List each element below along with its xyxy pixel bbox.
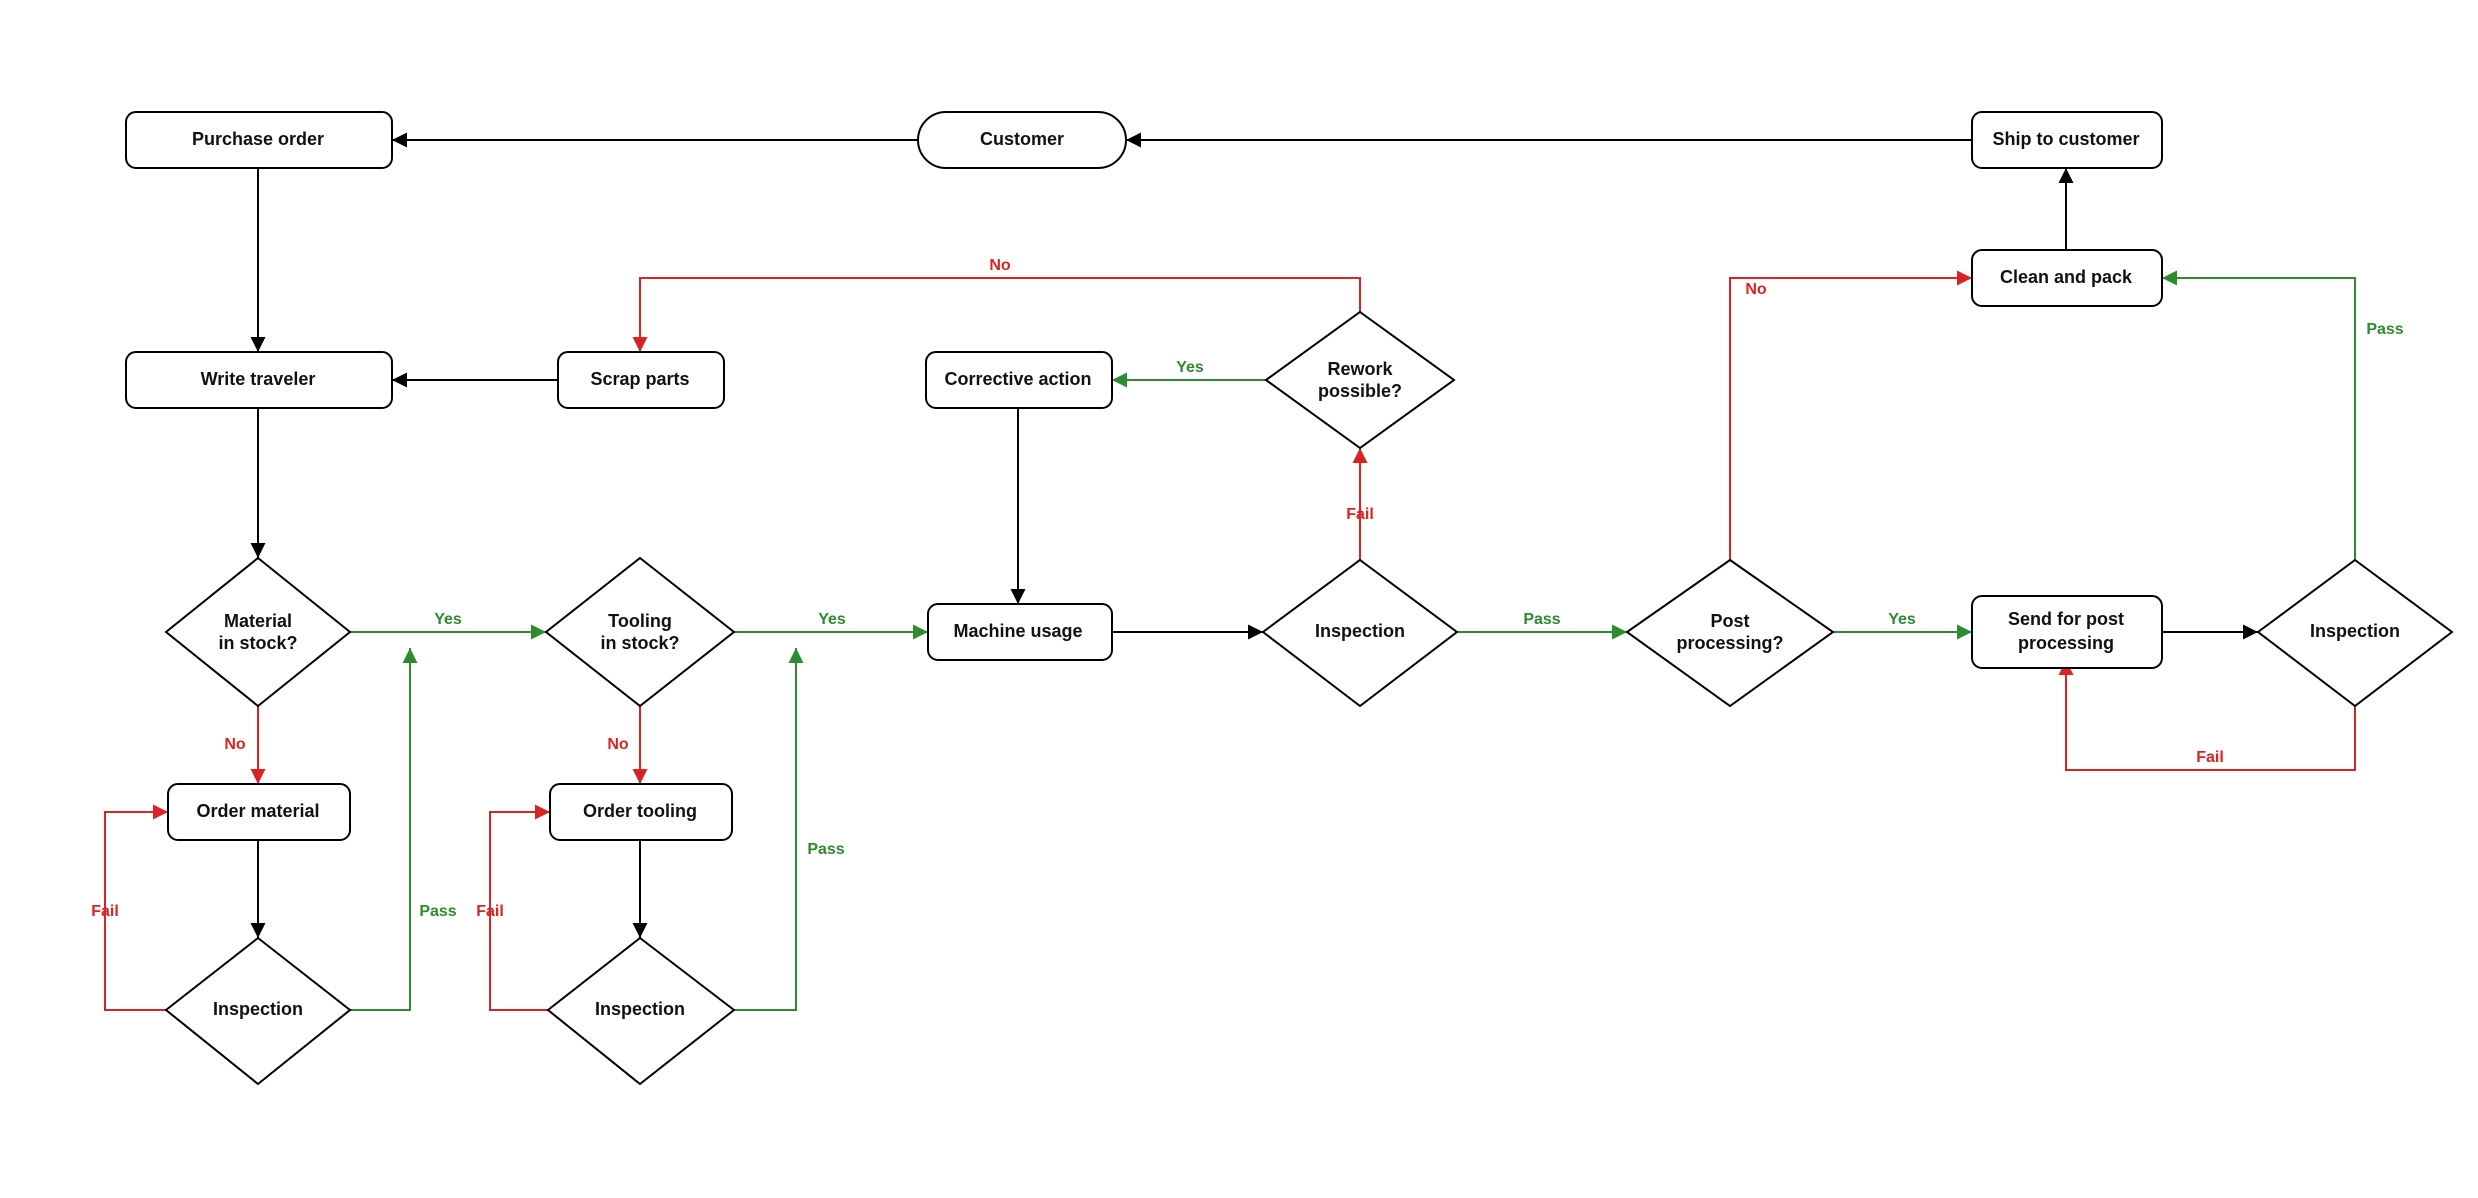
edge-label-fail: Fail [2196,749,2224,766]
edge-label-pass: Pass [807,841,844,858]
edge-label-yes: Yes [1888,611,1916,628]
flowchart: Yes No Fail Pass Yes No Fail Pass Pass F… [0,0,2478,1198]
edge-label-pass: Pass [419,903,456,920]
edge-label-no: No [224,736,246,753]
node-send-for-post-l1: Send for post [2008,609,2124,629]
node-machine-usage: Machine usage [953,621,1082,641]
edge-label-pass: Pass [1523,611,1560,628]
node-post-processing-l1: Post [1710,611,1749,631]
node-post-processing-l2: processing? [1676,633,1783,653]
node-customer: Customer [980,129,1064,149]
node-tooling-in-stock-l2: in stock? [600,633,679,653]
edge-label-pass: Pass [2366,321,2403,338]
node-clean-and-pack: Clean and pack [2000,267,2133,287]
node-scrap-parts: Scrap parts [590,369,689,389]
edge-label-no: No [607,736,629,753]
node-order-material: Order material [196,801,319,821]
node-material-in-stock-l1: Material [224,611,292,631]
node-rework-possible-l2: possible? [1318,381,1402,401]
node-tooling-in-stock-l1: Tooling [608,611,672,631]
node-inspection-tool: Inspection [595,999,685,1019]
edge-label-no: No [989,257,1011,274]
node-material-in-stock-l2: in stock? [218,633,297,653]
node-ship-to-customer: Ship to customer [1992,129,2139,149]
edge-label-yes: Yes [1176,359,1204,376]
node-corrective-action: Corrective action [944,369,1091,389]
edge-label-fail: Fail [1346,506,1374,523]
edge-label-fail: Fail [91,903,119,920]
node-write-traveler: Write traveler [201,369,316,389]
node-inspection-post: Inspection [2310,621,2400,641]
edge-label-no: No [1745,281,1767,298]
node-order-tooling: Order tooling [583,801,697,821]
node-send-for-post-l2: processing [2018,633,2114,653]
node-purchase-order: Purchase order [192,129,324,149]
node-inspection-main: Inspection [1315,621,1405,641]
node-inspection-mat: Inspection [213,999,303,1019]
edge-label-yes: Yes [434,611,462,628]
node-rework-possible-l1: Rework [1327,359,1393,379]
edge-label-fail: Fail [476,903,504,920]
edge-label-yes: Yes [818,611,846,628]
